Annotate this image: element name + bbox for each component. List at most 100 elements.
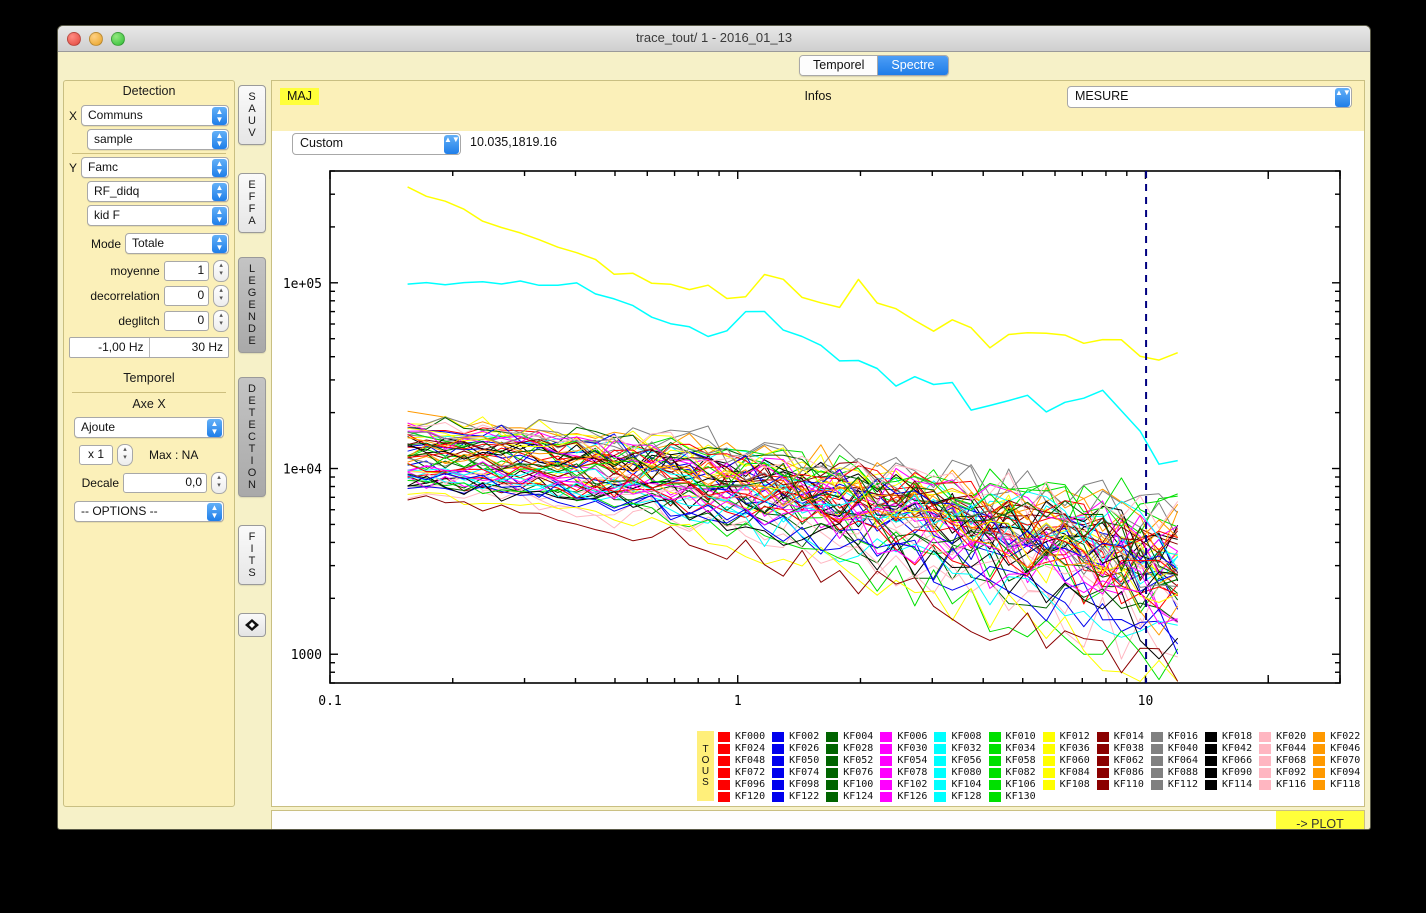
legend-item[interactable]: KF046 [1313,743,1360,755]
hz-high-input[interactable]: 30 Hz [149,338,229,357]
legend-swatch[interactable] [1313,732,1325,742]
legend-item[interactable]: KF056 [934,755,981,767]
legend-item[interactable]: KF002 [772,731,819,743]
legend-swatch[interactable] [934,756,946,766]
legend-item[interactable]: KF124 [826,791,873,803]
legend-swatch[interactable] [1043,768,1055,778]
legend-item[interactable]: KF108 [1043,779,1090,791]
legend-swatch[interactable] [880,792,892,802]
decorrelation-stepper[interactable]: ▴▾ [213,285,229,307]
legend-item[interactable]: KF010 [989,731,1036,743]
legend-item[interactable]: KF050 [772,755,819,767]
legend-swatch[interactable] [989,792,1001,802]
frequency-range[interactable]: -1,00 Hz 30 Hz [69,337,229,358]
mesure-select[interactable]: MESURE ▲▼ [1067,86,1352,108]
legend-swatch[interactable] [718,792,730,802]
legend-swatch[interactable] [772,744,784,754]
legend-item[interactable]: KF016 [1151,731,1198,743]
legend-swatch[interactable] [1097,768,1109,778]
chevron-updown-icon[interactable]: ▲▼ [212,107,227,125]
legend-swatch[interactable] [1097,744,1109,754]
chevron-updown-icon[interactable]: ▲▼ [212,159,227,177]
legend-item[interactable]: KF094 [1313,767,1360,779]
legend-item[interactable]: KF122 [772,791,819,803]
chevron-updown-icon[interactable]: ▲▼ [444,135,459,154]
chevron-updown-icon[interactable]: ▲▼ [212,183,227,201]
deglitch-stepper[interactable]: ▴▾ [213,310,229,332]
legend-item[interactable]: KF100 [826,779,873,791]
legend-item[interactable]: KF098 [772,779,819,791]
decorrelation-input[interactable]: 0 [164,286,209,306]
legend-item[interactable]: KF080 [934,767,981,779]
x-select2[interactable]: sample ▲▼ [87,129,229,150]
legend-item[interactable]: KF054 [880,755,927,767]
legend-item[interactable]: KF070 [1313,755,1360,767]
legend-item[interactable]: KF020 [1259,731,1306,743]
legend-item[interactable]: KF058 [989,755,1036,767]
legend-swatch[interactable] [989,732,1001,742]
legend-swatch[interactable] [718,768,730,778]
deglitch-input[interactable]: 0 [164,311,209,331]
legend-swatch[interactable] [826,780,838,790]
decale-input[interactable]: 0,0 [123,473,207,493]
legend-item[interactable]: KF074 [772,767,819,779]
legend-swatch[interactable] [1313,780,1325,790]
legend-swatch[interactable] [934,780,946,790]
legend-item[interactable]: KF116 [1259,779,1306,791]
legend-swatch[interactable] [1043,780,1055,790]
legend-item[interactable]: KF072 [718,767,765,779]
chevron-updown-icon[interactable]: ▲▼ [207,419,222,437]
tous-button[interactable]: TOUS [697,731,714,801]
legend-item[interactable]: KF082 [989,767,1036,779]
legend-swatch[interactable] [934,732,946,742]
legend-swatch[interactable] [1151,756,1163,766]
legend-swatch[interactable] [772,732,784,742]
axe-x-select[interactable]: Ajoute ▲▼ [74,417,224,438]
legend-item[interactable]: KF032 [934,743,981,755]
legend-item[interactable]: KF076 [826,767,873,779]
legend-swatch[interactable] [1205,744,1217,754]
legend-item[interactable]: KF130 [989,791,1036,803]
vtab-fits[interactable]: FITS [238,525,266,585]
legend-swatch[interactable] [1151,780,1163,790]
legend-swatch[interactable] [1205,780,1217,790]
custom-select[interactable]: Custom ▲▼ [292,133,461,155]
legend-swatch[interactable] [826,792,838,802]
vtab-legende[interactable]: LEGENDE [238,257,266,353]
legend-swatch[interactable] [718,756,730,766]
target-icon[interactable] [238,613,266,637]
legend-item[interactable]: KF026 [772,743,819,755]
multiplier-stepper[interactable]: ▴▾ [117,444,133,466]
legend-swatch[interactable] [989,780,1001,790]
legend-item[interactable]: KF096 [718,779,765,791]
legend-swatch[interactable] [1151,768,1163,778]
tab-spectre[interactable]: Spectre [877,56,947,75]
legend-swatch[interactable] [718,780,730,790]
legend-swatch[interactable] [880,768,892,778]
vtab-sauv[interactable]: SAUV [238,85,266,145]
legend-swatch[interactable] [772,768,784,778]
legend-swatch[interactable] [772,756,784,766]
legend-item[interactable]: KF022 [1313,731,1360,743]
legend-item[interactable]: KF118 [1313,779,1360,791]
legend-swatch[interactable] [1259,732,1271,742]
legend-swatch[interactable] [1205,732,1217,742]
legend-item[interactable]: KF126 [880,791,927,803]
hz-low-input[interactable]: -1,00 Hz [70,338,149,357]
multiplier-input[interactable]: x 1 [79,445,113,465]
y-select[interactable]: Famc ▲▼ [81,157,229,178]
legend-swatch[interactable] [826,732,838,742]
legend-item[interactable]: KF030 [880,743,927,755]
legend-swatch[interactable] [1151,744,1163,754]
legend-swatch[interactable] [1205,756,1217,766]
legend-swatch[interactable] [1043,756,1055,766]
legend-swatch[interactable] [1043,744,1055,754]
legend-item[interactable]: KF014 [1097,731,1144,743]
legend-swatch[interactable] [1097,780,1109,790]
legend-item[interactable]: KF024 [718,743,765,755]
legend-swatch[interactable] [1097,732,1109,742]
legend-swatch[interactable] [880,780,892,790]
legend-item[interactable]: KF060 [1043,755,1090,767]
options-select[interactable]: -- OPTIONS -- ▲▼ [74,501,224,522]
legend-item[interactable]: KF004 [826,731,873,743]
